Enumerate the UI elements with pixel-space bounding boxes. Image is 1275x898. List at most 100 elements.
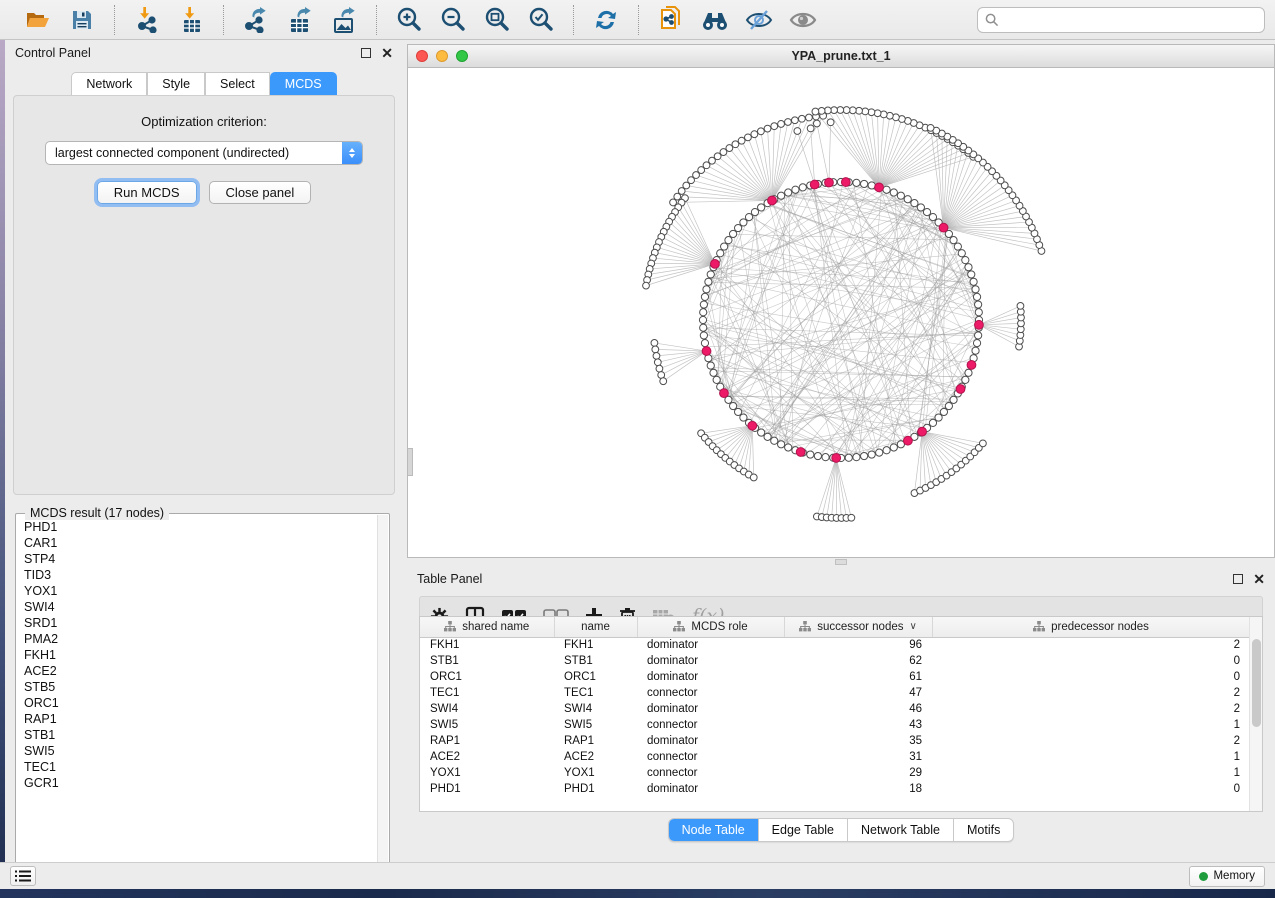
table-cell: dominator <box>637 637 784 653</box>
zoom-selected-button[interactable] <box>523 4 559 36</box>
mcds-result-item[interactable]: STP4 <box>24 551 388 567</box>
horizontal-splitter[interactable] <box>407 558 1275 566</box>
task-history-button[interactable] <box>10 866 36 886</box>
mcds-result-item[interactable]: SWI5 <box>24 743 388 759</box>
open-file-button[interactable] <box>20 4 56 36</box>
tab-network[interactable]: Network <box>71 72 147 95</box>
table-row[interactable]: YOX1YOX1connector291 <box>420 765 1250 781</box>
mcds-result-item[interactable]: ORC1 <box>24 695 388 711</box>
hide-selected-button[interactable] <box>741 4 777 36</box>
tab-select[interactable]: Select <box>205 72 270 95</box>
table-cell: 2 <box>932 733 1250 749</box>
column-header-MCDS-role[interactable]: MCDS role <box>637 617 784 637</box>
toolbar-separator <box>638 5 639 35</box>
network-canvas[interactable] <box>408 68 1274 557</box>
table-cell: YOX1 <box>420 765 554 781</box>
mcds-result-item[interactable]: TEC1 <box>24 759 388 775</box>
splitter-grip[interactable] <box>408 448 413 476</box>
table-cell: FKH1 <box>554 637 637 653</box>
import-network-button[interactable] <box>129 4 165 36</box>
mcds-result-item[interactable]: CAR1 <box>24 535 388 551</box>
close-panel-button[interactable]: Close panel <box>209 181 312 204</box>
column-header-predecessor-nodes[interactable]: predecessor nodes <box>932 617 1250 637</box>
table-cell: 2 <box>932 701 1250 717</box>
mcds-result-item[interactable]: SRD1 <box>24 615 388 631</box>
mcds-result-item[interactable]: FKH1 <box>24 647 388 663</box>
export-table-button[interactable] <box>282 4 318 36</box>
mcds-result-group: MCDS result (17 nodes) PHD1CAR1STP4TID3Y… <box>15 506 390 876</box>
toolbar-separator <box>573 5 574 35</box>
table-row[interactable]: ACE2ACE2connector311 <box>420 749 1250 765</box>
tab-network-table[interactable]: Network Table <box>848 819 954 841</box>
table-scrollbar[interactable] <box>1249 617 1262 812</box>
table-cell: 43 <box>784 717 932 733</box>
table-row[interactable]: PHD1PHD1dominator180 <box>420 781 1250 797</box>
network-window-title: YPA_prune.txt_1 <box>408 49 1274 63</box>
clone-network-button[interactable] <box>653 4 689 36</box>
mcds-result-item[interactable]: TID3 <box>24 567 388 583</box>
tab-edge-table[interactable]: Edge Table <box>759 819 848 841</box>
mcds-result-item[interactable]: RAP1 <box>24 711 388 727</box>
table-row[interactable]: FKH1FKH1dominator962 <box>420 637 1250 653</box>
mcds-result-item[interactable]: PMA2 <box>24 631 388 647</box>
table-cell: SWI4 <box>554 701 637 717</box>
search-input[interactable] <box>1004 13 1257 27</box>
export-network-button[interactable] <box>238 4 274 36</box>
sort-desc-icon: ∨ <box>909 621 916 632</box>
close-panel-icon[interactable]: ✕ <box>381 48 393 58</box>
table-cell: YOX1 <box>554 765 637 781</box>
zoom-out-button[interactable] <box>435 4 471 36</box>
table-cell: 96 <box>784 637 932 653</box>
mcds-result-item[interactable]: PHD1 <box>24 519 388 535</box>
toolbar-separator <box>376 5 377 35</box>
mcds-result-item[interactable]: ACE2 <box>24 663 388 679</box>
optimization-criterion-select[interactable]: largest connected component (undirected) <box>45 141 363 165</box>
refresh-layout-button[interactable] <box>588 4 624 36</box>
column-header-shared-name[interactable]: shared name <box>420 617 554 637</box>
mcds-result-item[interactable]: SWI4 <box>24 599 388 615</box>
tab-style[interactable]: Style <box>147 72 205 95</box>
import-table-button[interactable] <box>173 4 209 36</box>
tab-mcds[interactable]: MCDS <box>270 72 337 95</box>
network-graph[interactable] <box>408 68 1274 557</box>
table-cell: RAP1 <box>554 733 637 749</box>
mcds-list-scrollbar[interactable] <box>377 515 388 874</box>
table-row[interactable]: ORC1ORC1dominator610 <box>420 669 1250 685</box>
mcds-result-list[interactable]: PHD1CAR1STP4TID3YOX1SWI4SRD1PMA2FKH1ACE2… <box>17 515 388 874</box>
close-panel-icon[interactable]: ✕ <box>1253 574 1265 584</box>
search-field[interactable] <box>977 7 1265 33</box>
show-all-button[interactable] <box>785 4 821 36</box>
control-panel-title: Control Panel <box>15 46 91 60</box>
float-window-icon[interactable] <box>361 48 371 58</box>
table-row[interactable]: STB1STB1dominator620 <box>420 653 1250 669</box>
export-table-icon <box>287 7 313 33</box>
mcds-result-item[interactable]: YOX1 <box>24 583 388 599</box>
splitter-grip[interactable] <box>835 559 847 565</box>
find-button[interactable] <box>697 4 733 36</box>
node-table[interactable]: shared namenameMCDS rolesuccessor nodes∨… <box>420 617 1251 797</box>
mcds-result-item[interactable]: STB1 <box>24 727 388 743</box>
float-window-icon[interactable] <box>1233 574 1243 584</box>
table-row[interactable]: SWI5SWI5connector431 <box>420 717 1250 733</box>
table-row[interactable]: SWI4SWI4dominator462 <box>420 701 1250 717</box>
mcds-result-item[interactable]: GCR1 <box>24 775 388 791</box>
table-row[interactable]: RAP1RAP1dominator352 <box>420 733 1250 749</box>
zoom-selected-icon <box>528 7 554 33</box>
table-cell: 0 <box>932 669 1250 685</box>
export-image-button[interactable] <box>326 4 362 36</box>
column-header-name[interactable]: name <box>554 617 637 637</box>
table-cell: RAP1 <box>420 733 554 749</box>
network-window-titlebar[interactable]: YPA_prune.txt_1 <box>408 45 1274 68</box>
run-mcds-button[interactable]: Run MCDS <box>97 181 197 204</box>
tab-motifs[interactable]: Motifs <box>954 819 1013 841</box>
column-header-successor-nodes[interactable]: successor nodes∨ <box>784 617 932 637</box>
mcds-result-item[interactable]: STB5 <box>24 679 388 695</box>
memory-button[interactable]: Memory <box>1189 866 1265 887</box>
table-row[interactable]: TEC1TEC1connector472 <box>420 685 1250 701</box>
zoom-in-button[interactable] <box>391 4 427 36</box>
scrollbar-thumb[interactable] <box>1252 639 1261 727</box>
mcds-result-title: MCDS result (17 nodes) <box>25 506 169 520</box>
save-session-button[interactable] <box>64 4 100 36</box>
zoom-fit-button[interactable] <box>479 4 515 36</box>
tab-node-table[interactable]: Node Table <box>669 819 759 841</box>
